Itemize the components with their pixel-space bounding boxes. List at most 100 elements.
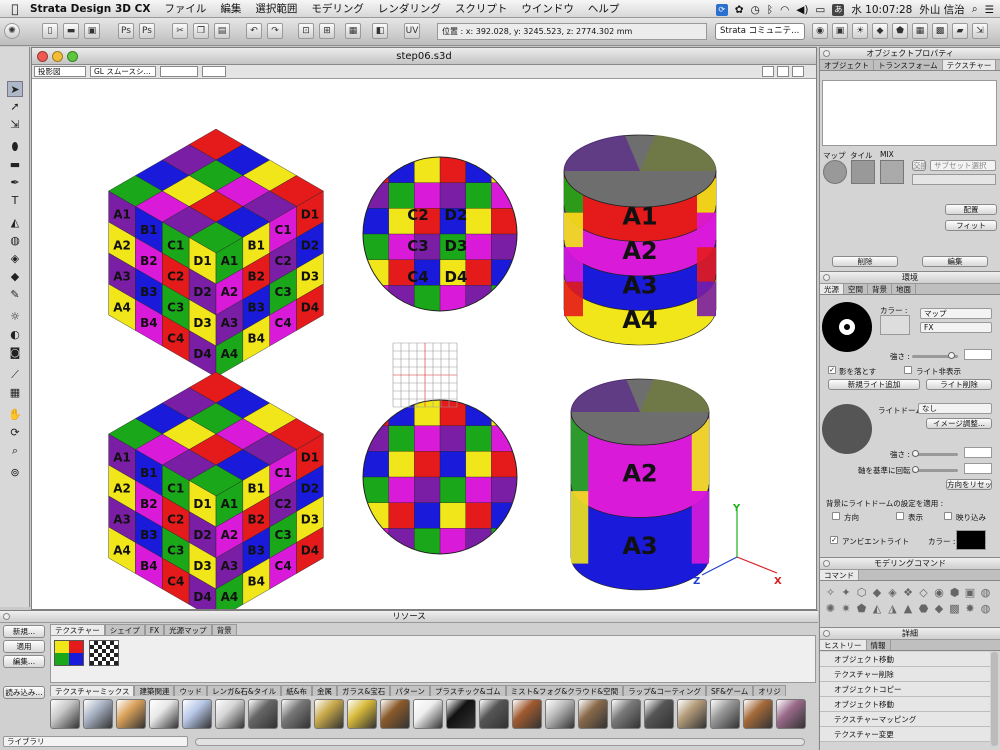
ambient-color-swatch[interactable]: [956, 530, 986, 550]
tile-preview-icon[interactable]: [851, 160, 875, 184]
skin-icon[interactable]: ◆: [7, 269, 23, 285]
camera-icon[interactable]: ▣: [832, 23, 848, 39]
place-button[interactable]: 配置: [945, 204, 997, 215]
history-item[interactable]: オブジェクト移動: [820, 697, 990, 712]
material-swatch[interactable]: [50, 699, 80, 729]
cast-shadow-checkbox[interactable]: ✓: [828, 366, 836, 374]
material-swatch[interactable]: [149, 699, 179, 729]
modeling-command-icon[interactable]: ▲: [902, 602, 915, 615]
folder-icon[interactable]: ▰: [952, 23, 968, 39]
category-tab[interactable]: ミスト&フォグ&クラウド&空間: [505, 685, 624, 696]
split-view-icon[interactable]: [762, 66, 774, 77]
view-options-select[interactable]: [202, 66, 226, 77]
category-tab[interactable]: レンガ&石&タイル: [206, 685, 282, 696]
group-icon[interactable]: ⊡: [298, 23, 314, 39]
cut-icon[interactable]: ✂: [172, 23, 188, 39]
modeling-command-icon[interactable]: ◆: [933, 602, 946, 615]
strength2-slider[interactable]: [912, 450, 958, 457]
material-swatch[interactable]: [413, 699, 443, 729]
history-item[interactable]: オブジェクトコピー: [820, 682, 990, 697]
history-item[interactable]: オブジェクト移動: [820, 652, 990, 667]
menu-help[interactable]: ヘルプ: [588, 1, 620, 16]
light-tool-icon[interactable]: ☼: [7, 309, 23, 325]
tab-fx[interactable]: FX: [144, 624, 165, 635]
bluetooth-icon[interactable]: ᛒ: [767, 4, 773, 16]
orbit-icon[interactable]: ⟳: [7, 425, 23, 441]
material-swatch[interactable]: [677, 699, 707, 729]
display-checkbox[interactable]: [896, 512, 904, 520]
modeling-command-icon[interactable]: ✸: [964, 602, 977, 615]
sync-icon[interactable]: ⟳: [715, 3, 728, 16]
strength-slider[interactable]: [912, 352, 958, 359]
menu-selection[interactable]: 選択範囲: [255, 1, 297, 16]
modeling-command-icon[interactable]: ⬡: [855, 586, 868, 599]
texture-name-field[interactable]: [912, 174, 996, 185]
tab-info[interactable]: 情報: [867, 640, 891, 650]
history-item[interactable]: テクスチャー削除: [820, 667, 990, 682]
tab-shape[interactable]: シェイプ: [104, 624, 145, 635]
material-swatch[interactable]: [215, 699, 245, 729]
menu-modeling[interactable]: モデリング: [311, 1, 364, 16]
material-swatch[interactable]: [380, 699, 410, 729]
redo-icon[interactable]: ↷: [267, 23, 283, 39]
path-extrude-icon[interactable]: ◈: [7, 251, 23, 267]
quad-view-icon[interactable]: [777, 66, 789, 77]
modeling-close-icon[interactable]: [823, 560, 830, 567]
material-swatch[interactable]: [545, 699, 575, 729]
strength-field[interactable]: [964, 349, 992, 360]
apply-resource-button[interactable]: 適用: [3, 640, 45, 653]
category-tab[interactable]: 紙&布: [281, 685, 313, 696]
tab-history[interactable]: ヒストリー: [820, 640, 867, 650]
category-tab[interactable]: 建築関連: [134, 685, 175, 696]
history-item[interactable]: テクスチャー変更: [820, 727, 990, 742]
tab-command[interactable]: コマンド: [820, 570, 859, 580]
modeling-command-icon[interactable]: ◍: [979, 602, 992, 615]
category-tab[interactable]: テクスチャーミックス: [50, 685, 135, 696]
sphere-group[interactable]: C2 D2 C3 D3 C4 D4: [362, 156, 518, 555]
single-view-icon[interactable]: [792, 66, 804, 77]
material-swatch[interactable]: [116, 699, 146, 729]
fit-button[interactable]: フィット: [945, 220, 997, 231]
open-folder-icon[interactable]: ▬: [63, 23, 79, 39]
rectangle-tool-icon[interactable]: ▬: [7, 157, 23, 173]
category-tab[interactable]: SF&ゲーム: [706, 685, 754, 696]
texture-list[interactable]: [822, 80, 997, 146]
select-arrow-icon[interactable]: ➤: [7, 81, 23, 97]
material-swatch[interactable]: [446, 699, 476, 729]
spotlight-tool-icon[interactable]: ◐: [7, 327, 23, 343]
material-swatch[interactable]: [611, 699, 641, 729]
category-tab[interactable]: パターン: [390, 685, 430, 696]
map-select[interactable]: マップ: [920, 308, 992, 319]
category-tab[interactable]: ラップ&コーティング: [623, 685, 707, 696]
modeling-command-icon[interactable]: ⬢: [948, 586, 961, 599]
move-tool-icon[interactable]: ⇲: [7, 117, 23, 133]
wifi-icon[interactable]: ◠: [780, 4, 789, 16]
material-swatch[interactable]: [776, 699, 806, 729]
align-icon[interactable]: ▦: [345, 23, 361, 39]
material-swatch[interactable]: [314, 699, 344, 729]
category-tab[interactable]: ガラス&宝石: [337, 685, 391, 696]
modeling-command-icon[interactable]: ▩: [948, 602, 961, 615]
tab-light[interactable]: 光源: [820, 284, 844, 294]
hide-light-checkbox[interactable]: [904, 366, 912, 374]
material-swatch[interactable]: [512, 699, 542, 729]
library-select[interactable]: ライブラリ: [3, 736, 188, 747]
light-preview[interactable]: [822, 302, 872, 352]
modeling-canvas[interactable]: A1 B1 C1 D1 A2 B2 C2 D2 A3 B3 C3 D3 A4 B4 C4 D4 A1 B1 C1 D1…: [32, 79, 816, 609]
spotlight-icon[interactable]: ⌕: [972, 3, 978, 16]
zoom-button[interactable]: [67, 51, 78, 62]
apple-icon[interactable]: : [0, 2, 30, 16]
strata-logo-icon[interactable]: ✺: [4, 23, 20, 39]
panel-close-icon[interactable]: [823, 50, 830, 57]
env-close-icon[interactable]: [823, 274, 830, 281]
menu-script[interactable]: スクリプト: [455, 1, 508, 16]
light-dome-preview[interactable]: [822, 404, 872, 454]
resource-close-icon[interactable]: [3, 613, 10, 620]
scene-viewport[interactable]: A1 B1 C1 D1 A2 B2 C2 D2 A3 B3 C3 D3 A4 B4 C4 D4 A1 B1 C1 D1…: [32, 79, 816, 609]
lathe-icon[interactable]: ◍: [7, 233, 23, 249]
clock-icon[interactable]: ◷: [751, 4, 760, 16]
render-icon[interactable]: ◧: [372, 23, 388, 39]
zoom-slider[interactable]: [160, 66, 198, 77]
community-select[interactable]: Strata コミュニテ...: [715, 23, 805, 40]
history-item[interactable]: テクスチャーマッピング: [820, 712, 990, 727]
